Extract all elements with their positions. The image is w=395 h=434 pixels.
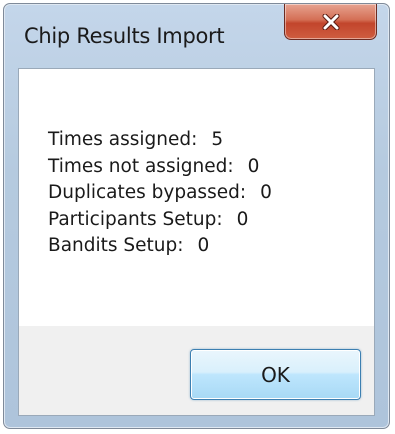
result-row-participants-setup: Participants Setup: 0 [48, 207, 272, 234]
close-icon [322, 13, 339, 30]
dialog-window: Chip Results Import Times assigned: 5 Tim… [3, 3, 390, 429]
result-label: Participants Setup: [48, 208, 223, 230]
button-footer: OK [19, 326, 374, 415]
ok-button[interactable]: OK [190, 349, 361, 400]
result-value: 0 [247, 155, 260, 177]
close-button[interactable] [284, 4, 377, 40]
result-label: Bandits Setup: [48, 235, 184, 256]
result-row-times-assigned: Times assigned: 5 [48, 127, 272, 154]
result-label: Duplicates bypassed: [48, 182, 247, 203]
results-panel: Times assigned: 5 Times not assigned: 0 Du… [19, 69, 374, 326]
result-row-bandits-setup: Bandits Setup: 0 [48, 233, 272, 260]
results-list: Times assigned: 5 Times not assigned: 0 Du… [48, 127, 272, 260]
result-value: 0 [197, 235, 210, 256]
result-value: 0 [260, 182, 272, 203]
dialog-client-area: Times assigned: 5 Times not assigned: 0 Du… [18, 68, 375, 416]
result-value: 5 [211, 129, 224, 150]
result-label: Times not assigned: [48, 155, 234, 177]
result-value: 0 [236, 208, 249, 230]
result-row-duplicates-bypassed: Duplicates bypassed: 0 [48, 180, 272, 207]
result-row-times-not-assigned: Times not assigned: 0 [48, 154, 272, 181]
result-label: Times assigned: [48, 129, 198, 150]
window-title: Chip Results Import [24, 24, 225, 48]
title-bar[interactable]: Chip Results Import [4, 4, 389, 68]
